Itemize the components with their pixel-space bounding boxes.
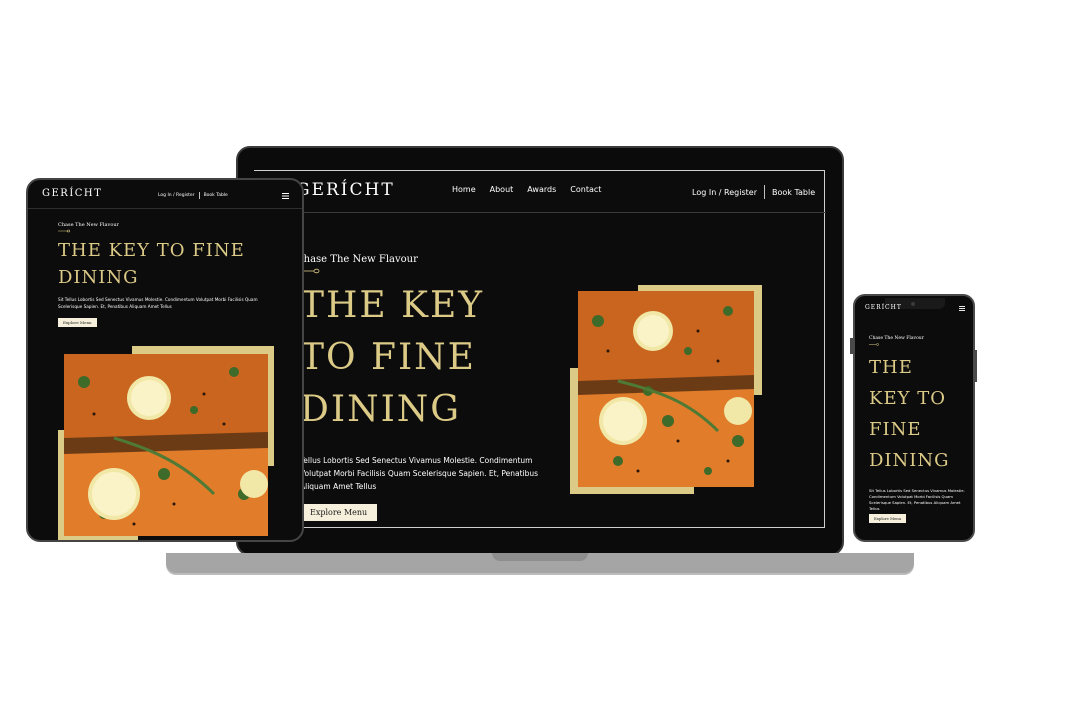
nav-link-home[interactable]: Home [452, 185, 476, 194]
tablet-device: GERÍCHT Log In / Register Book Table Cha… [26, 178, 304, 542]
explore-menu-button[interactable]: Explore Menu [300, 504, 378, 521]
phone-camera [911, 302, 915, 306]
laptop-screen: GERÍCHT Home About Awards Contact Log In… [254, 170, 826, 528]
phone-device: GERÍCHT Chase The New Flavour THE KEY TO… [853, 294, 975, 542]
hero-title: THE KEY TO FINE DINING [869, 352, 950, 476]
hero-title-line: THE [869, 357, 913, 378]
hero-tagline: Chase The New Flavour [296, 254, 418, 265]
nav-link-awards[interactable]: Awards [527, 185, 556, 194]
hero-tagline: Chase The New Flavour [58, 222, 119, 228]
hero-description: Sit Tellus Lobortis Sed Senectus Vivamus… [869, 488, 965, 511]
explore-menu-button[interactable]: Explore Menu [869, 514, 907, 523]
hero-title-line: FINE [869, 419, 922, 440]
explore-menu-button[interactable]: Explore Menu [58, 318, 97, 327]
nav-right: Log In / Register Book Table [158, 192, 228, 199]
spoon-divider-icon [58, 229, 70, 233]
logo[interactable]: GERÍCHT [296, 180, 395, 200]
salmon-dish-image [578, 291, 754, 487]
login-register-link[interactable]: Log In / Register [692, 188, 757, 197]
nav-link-contact[interactable]: Contact [570, 185, 601, 194]
book-table-link[interactable]: Book Table [204, 193, 228, 198]
nav-links: Home About Awards Contact [452, 185, 601, 194]
hero-title-line: KEY TO [869, 388, 946, 409]
hero-title-line: DINING [58, 267, 139, 288]
hero-title-line: THE KEY [300, 285, 485, 326]
login-register-link[interactable]: Log In / Register [158, 193, 195, 198]
hero-title-line: DINING [869, 450, 950, 471]
hero-description: Tellus Lobortis Sed Senectus Vivamus Mol… [300, 456, 539, 491]
laptop-navbar: GERÍCHT Home About Awards Contact Log In… [254, 170, 826, 213]
logo[interactable]: GERÍCHT [42, 188, 102, 199]
hamburger-menu-icon[interactable] [282, 193, 289, 199]
hero-title-line: DINING [300, 389, 462, 430]
hero-tagline: Chase The New Flavour [869, 336, 924, 341]
logo[interactable]: GERÍCHT [865, 304, 902, 311]
hero-title-line: THE KEY TO FINE [58, 240, 245, 261]
phone-side-button [975, 350, 977, 382]
hamburger-menu-icon[interactable] [959, 306, 965, 311]
laptop-hinge-notch [492, 553, 588, 561]
nav-right: Log In / Register Book Table [692, 185, 815, 199]
nav-divider [198, 192, 200, 199]
hero-title-line: TO FINE [300, 337, 476, 378]
nav-link-about[interactable]: About [490, 185, 514, 194]
tablet-navbar: GERÍCHT Log In / Register Book Table [28, 180, 302, 209]
spoon-divider-icon [869, 343, 879, 346]
hero-title: THE KEY TO FINE DINING [300, 280, 484, 436]
salmon-dish-image [64, 354, 268, 536]
hero-title: THE KEY TO FINE DINING [58, 237, 245, 291]
nav-divider [763, 185, 765, 199]
book-table-link[interactable]: Book Table [772, 188, 815, 197]
hero-description: Sit Tellus Lobortis Sed Senectus Vivamus… [58, 297, 258, 309]
